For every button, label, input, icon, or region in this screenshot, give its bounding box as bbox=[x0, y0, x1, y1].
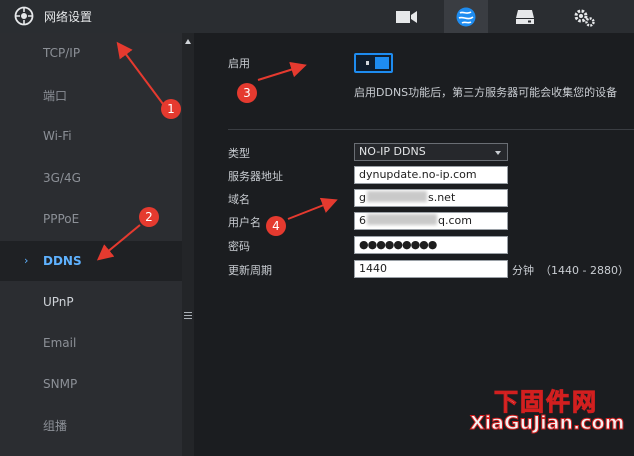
network-globe-icon bbox=[456, 7, 476, 26]
scroll-grip-icon[interactable] bbox=[184, 312, 192, 321]
username-prefix: 6 bbox=[359, 214, 366, 227]
divider bbox=[228, 129, 634, 130]
ddns-type-value: NO-IP DDNS bbox=[359, 145, 426, 158]
settings-sidebar: TCP/IP 端口 Wi-Fi 3G/4G PPPoE › DDNS UPnP … bbox=[0, 33, 182, 456]
sidebar-item-email[interactable]: Email bbox=[0, 323, 182, 363]
page-title: 网络设置 bbox=[44, 10, 93, 24]
sidebar-item-3g4g[interactable]: 3G/4G bbox=[0, 158, 182, 198]
sidebar-item-label: SNMP bbox=[43, 377, 78, 391]
type-label: 类型 bbox=[228, 147, 250, 160]
domain-prefix: g bbox=[359, 191, 366, 204]
sidebar-item-label: UPnP bbox=[43, 295, 74, 309]
ddns-type-select[interactable]: NO-IP DDNS bbox=[354, 143, 508, 161]
period-range: （1440 - 2880） bbox=[540, 264, 629, 277]
ddns-enable-toggle[interactable] bbox=[354, 53, 393, 73]
domain-label: 域名 bbox=[228, 193, 250, 206]
password-field[interactable]: ●●●●●●●●● bbox=[354, 236, 508, 254]
password-value: ●●●●●●●●● bbox=[359, 238, 437, 251]
sidebar-item-tcpip[interactable]: TCP/IP bbox=[0, 33, 182, 73]
redacted-blur bbox=[367, 214, 437, 225]
video-camera-icon bbox=[396, 10, 417, 23]
sidebar-item-label: 组播 bbox=[43, 418, 68, 433]
sidebar-item-pppoe[interactable]: PPPoE bbox=[0, 199, 182, 239]
redacted-blur bbox=[366, 191, 427, 202]
period-unit: 分钟 bbox=[512, 264, 534, 277]
server-address-field[interactable]: dynupdate.no-ip.com bbox=[354, 166, 508, 184]
sidebar-item-label: DDNS bbox=[43, 254, 82, 268]
sidebar-item-label: 端口 bbox=[43, 88, 68, 103]
enable-label: 启用 bbox=[228, 57, 250, 70]
sidebar-scrollbar[interactable] bbox=[182, 33, 194, 456]
chevron-down-icon bbox=[495, 151, 501, 155]
username-field[interactable]: 6 q.com bbox=[354, 212, 508, 230]
domain-field[interactable]: g s.net bbox=[354, 189, 508, 207]
toggle-knob bbox=[375, 57, 389, 69]
nav-storage-tab[interactable] bbox=[503, 0, 547, 33]
server-address-value: dynupdate.no-ip.com bbox=[359, 168, 477, 181]
domain-suffix: s.net bbox=[427, 191, 456, 204]
nav-network-tab[interactable] bbox=[444, 0, 488, 33]
ddns-notice: 启用DDNS功能后，第三方服务器可能会收集您的设备 bbox=[354, 86, 618, 99]
ddns-settings-panel: 启用 启用DDNS功能后，第三方服务器可能会收集您的设备 类型 NO-IP DD… bbox=[194, 33, 634, 456]
update-period-field[interactable]: 1440 bbox=[354, 260, 508, 278]
sidebar-item-snmp[interactable]: SNMP bbox=[0, 364, 182, 404]
sidebar-item-ddns[interactable]: › DDNS bbox=[0, 241, 182, 281]
server-address-label: 服务器地址 bbox=[228, 170, 283, 183]
update-period-value: 1440 bbox=[359, 262, 387, 275]
update-period-label: 更新周期 bbox=[228, 264, 272, 277]
sidebar-item-label: Wi-Fi bbox=[43, 129, 72, 143]
chevron-right-icon: › bbox=[24, 254, 29, 267]
nav-camera-tab[interactable] bbox=[385, 0, 429, 33]
username-suffix: q.com bbox=[438, 214, 472, 227]
sidebar-item-label: Email bbox=[43, 336, 77, 350]
password-label: 密码 bbox=[228, 240, 250, 253]
top-bar: 网络设置 bbox=[0, 0, 634, 33]
sidebar-item-port[interactable]: 端口 bbox=[0, 75, 182, 115]
username-label: 用户名 bbox=[228, 216, 261, 229]
scroll-up-arrow-icon[interactable] bbox=[185, 39, 191, 44]
sidebar-item-upnp[interactable]: UPnP bbox=[0, 282, 182, 322]
storage-drive-icon bbox=[516, 9, 534, 24]
sidebar-item-label: PPPoE bbox=[43, 212, 80, 226]
gears-icon bbox=[574, 9, 595, 27]
sidebar-item-multicast[interactable]: 组播 bbox=[0, 405, 182, 445]
settings-logo-icon bbox=[14, 6, 34, 26]
nav-system-tab[interactable] bbox=[562, 0, 606, 33]
sidebar-item-label: TCP/IP bbox=[43, 46, 81, 60]
sidebar-item-label: 3G/4G bbox=[43, 171, 81, 185]
sidebar-item-wifi[interactable]: Wi-Fi bbox=[0, 116, 182, 156]
